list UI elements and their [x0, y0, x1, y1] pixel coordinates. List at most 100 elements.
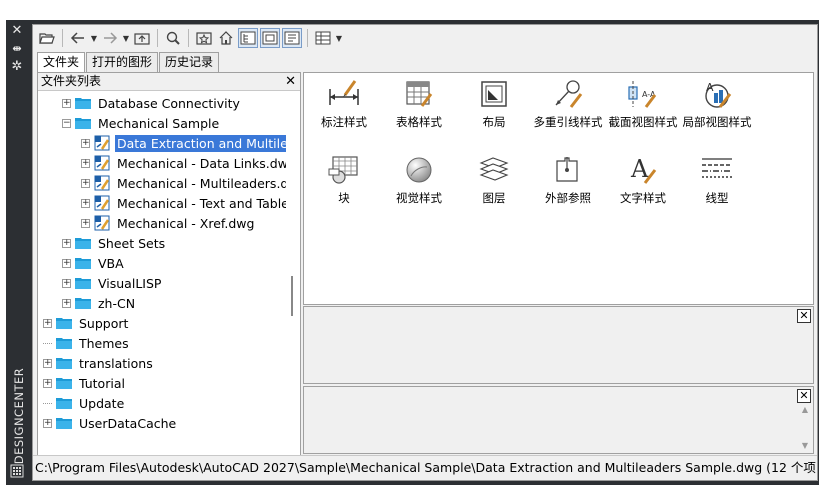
grid-icon [10, 464, 24, 478]
xref-icon [556, 157, 578, 182]
tab-folders[interactable]: 文件夹 [37, 52, 86, 73]
tree-item[interactable]: + Mechanical - Xref.dwg [81, 213, 256, 233]
scrollbar-thumb[interactable] [291, 276, 293, 316]
close-icon[interactable]: ✕ [285, 73, 296, 90]
expand-icon[interactable]: + [43, 418, 52, 428]
scroll-down-icon[interactable]: ▼ [799, 441, 811, 451]
content-item[interactable]: 块 [306, 155, 382, 225]
forward-dropdown-icon[interactable]: ▼ [122, 28, 130, 48]
folder-icon [75, 98, 91, 109]
expand-icon[interactable]: + [62, 258, 71, 268]
tab-open-drawings[interactable]: 打开的图形 [86, 52, 159, 72]
folder-icon [56, 418, 72, 429]
folder-icon [75, 238, 91, 249]
tree-item[interactable]: + UserDataCache [43, 413, 178, 433]
visualstyle-icon [406, 157, 432, 183]
description-icon[interactable] [282, 28, 302, 48]
search-icon[interactable] [163, 28, 183, 48]
expand-icon[interactable]: + [81, 178, 90, 188]
tree-item[interactable]: + Mechanical - Multileaders.dv [81, 173, 288, 193]
forward-icon[interactable] [100, 28, 120, 48]
folder-icon [75, 298, 91, 309]
tree-item[interactable]: + VBA [62, 253, 126, 273]
scroll-up-icon[interactable]: ▲ [799, 405, 811, 415]
preview-icon[interactable] [260, 28, 280, 48]
tree-header-label: 文件夹列表 [41, 74, 102, 88]
content-item[interactable]: 线型 [679, 155, 755, 225]
expand-icon[interactable]: + [43, 358, 52, 368]
expand-icon[interactable]: + [43, 378, 52, 388]
up-icon[interactable] [132, 28, 152, 48]
autohide-icon[interactable]: ⇹ [9, 42, 25, 56]
load-icon[interactable] [37, 28, 57, 48]
tree-vertical-scrollbar[interactable] [286, 92, 299, 462]
properties-icon[interactable]: ✲ [9, 60, 25, 74]
item-label: 表格样式 [396, 115, 442, 129]
expand-icon[interactable]: + [43, 318, 52, 328]
tree-item[interactable]: + Tutorial [43, 373, 127, 393]
back-icon[interactable] [68, 28, 88, 48]
home-icon[interactable] [216, 28, 236, 48]
content-item[interactable]: 图层 [456, 155, 532, 225]
tree-item[interactable]: + zh-CN [62, 293, 137, 313]
tree-item[interactable]: − Mechanical Sample [62, 113, 221, 133]
tree-item[interactable]: Themes [43, 333, 131, 353]
tree-item-label: translations [79, 355, 153, 371]
expand-icon[interactable]: + [81, 218, 90, 228]
content-item[interactable]: 多重引线样式 [530, 79, 606, 149]
content-item[interactable]: A-A 截面视图样式 [605, 79, 681, 149]
views-icon[interactable] [313, 28, 333, 48]
tree-item[interactable]: + Database Connectivity [62, 93, 242, 113]
item-label: 多重引线样式 [533, 115, 603, 129]
item-label: 局部视图样式 [682, 115, 752, 129]
close-icon[interactable]: ✕ [797, 309, 811, 323]
content-item[interactable]: 视觉样式 [381, 155, 457, 225]
content-item[interactable]: 标注样式 [306, 79, 382, 149]
expand-icon[interactable]: + [81, 138, 90, 148]
content-item[interactable]: A 局部视图样式 [679, 79, 755, 149]
close-icon[interactable]: ✕ [797, 389, 811, 403]
tree-item[interactable]: + Mechanical - Text and Table [81, 193, 288, 213]
collapse-icon[interactable]: − [62, 118, 71, 128]
favorites-icon[interactable] [194, 28, 214, 48]
linetype-icon [702, 158, 732, 178]
tree-item[interactable]: + Mechanical - Data Links.dwg [81, 153, 288, 173]
tree-item[interactable]: Update [43, 393, 126, 413]
tree-item[interactable]: + Sheet Sets [62, 233, 167, 253]
layout-icon [481, 81, 507, 107]
description-scrollbar[interactable]: ▲ ▼ [799, 405, 811, 451]
expand-icon[interactable]: + [81, 198, 90, 208]
folder-icon [56, 398, 72, 409]
item-label: 视觉样式 [396, 191, 442, 205]
tree-item-label: Mechanical - Xref.dwg [117, 215, 255, 231]
folder-tree: + Database Connectivity − Mechanical Sample… [38, 92, 288, 462]
expand-icon[interactable]: + [62, 238, 71, 248]
main-area: ▼ ▼ ▼ 文件夹 打开的图形 历史记录 文件夹列表 ✕ + Database … [32, 24, 818, 481]
close-icon[interactable]: ✕ [9, 24, 25, 38]
tree-toggle-icon[interactable] [238, 28, 258, 48]
folder-tree-panel: 文件夹列表 ✕ + Database Connectivity − Mechanica… [37, 72, 301, 478]
tree-item-label: Mechanical - Multileaders.dv [117, 175, 288, 191]
tree-item[interactable]: + VisualLISP [62, 273, 163, 293]
tree-item-label: zh-CN [98, 295, 136, 311]
toolbar-separator [188, 29, 189, 47]
views-dropdown-icon[interactable]: ▼ [335, 28, 343, 48]
content-item[interactable]: 布局 [456, 79, 532, 149]
block-icon [328, 156, 358, 184]
folder-icon [56, 378, 72, 389]
expand-icon[interactable]: + [81, 158, 90, 168]
content-item[interactable]: 外部参照 [530, 155, 606, 225]
tree-item[interactable]: + translations [43, 353, 155, 373]
item-label: 外部参照 [545, 191, 591, 205]
expand-icon[interactable]: + [62, 278, 71, 288]
tree-item[interactable]: + Support [43, 313, 130, 333]
back-dropdown-icon[interactable]: ▼ [90, 28, 98, 48]
tree-item[interactable]: + Data Extraction and Multilea [81, 133, 288, 153]
expand-icon[interactable]: + [62, 98, 71, 108]
toolbar-separator [62, 29, 63, 47]
item-label: 图层 [482, 191, 506, 205]
expand-icon[interactable]: + [62, 298, 71, 308]
tab-history[interactable]: 历史记录 [159, 52, 220, 72]
content-item[interactable]: 表格样式 [381, 79, 457, 149]
content-item[interactable]: A 文字样式 [605, 155, 681, 225]
